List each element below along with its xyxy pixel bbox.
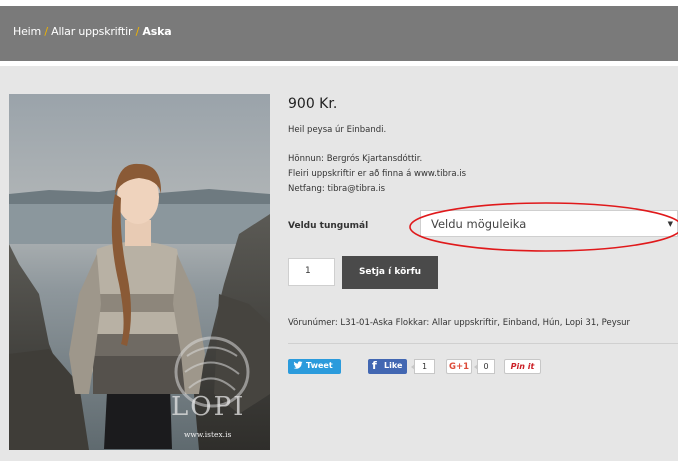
email-text: Netfang: tibra@tibra.is [288, 184, 386, 194]
tweet-button[interactable]: Tweet [288, 359, 341, 374]
language-label: Veldu tungumál [288, 221, 369, 231]
product-price: 900 Kr. [288, 96, 338, 112]
highlight-ellipse [409, 202, 678, 252]
count-pointer [411, 364, 415, 370]
image-lopi-logo: LOPI [171, 392, 246, 422]
breadcrumb: Heim / Allar uppskriftir / Aska [13, 25, 172, 38]
divider [288, 343, 678, 344]
breadcrumb-separator: / [44, 25, 48, 38]
google-plus-button[interactable]: G+1 [446, 359, 472, 374]
breadcrumb-category-link[interactable]: Allar uppskriftir [51, 25, 132, 38]
product-image[interactable]: LOPI www.istex.is [9, 94, 270, 450]
breadcrumb-home-link[interactable]: Heim [13, 25, 41, 38]
quantity-input[interactable]: 1 [288, 258, 335, 286]
gplus-count-value: 0 [483, 362, 489, 371]
twitter-bird-icon [293, 360, 303, 372]
like-count: 1 [411, 359, 435, 374]
product-info: Hönnun: Bergrós Kjartansdóttir. Fleiri u… [288, 152, 466, 197]
like-label: Like [384, 361, 403, 370]
breadcrumb-separator: / [135, 25, 140, 38]
facebook-like-button[interactable]: f Like [368, 359, 407, 374]
breadcrumb-bar: Heim / Allar uppskriftir / Aska [0, 6, 678, 61]
gplus-count: 0 [474, 359, 495, 374]
breadcrumb-current: Aska [142, 25, 172, 38]
designer-text: Hönnun: Bergrós Kjartansdóttir. [288, 154, 423, 164]
product-meta: Vörunúmer: L31-01-Aska Flokkar: Allar up… [288, 318, 631, 328]
product-description: Heil peysa úr Einbandi. [288, 125, 387, 135]
count-pointer [474, 364, 478, 370]
pin-it-button[interactable]: Pin it [504, 359, 541, 374]
more-recipes-text: Fleiri uppskriftir er að finna á www.tib… [288, 169, 467, 179]
add-to-cart-button[interactable]: Setja í körfu [342, 256, 438, 289]
like-count-value: 1 [421, 362, 428, 371]
facebook-icon: f [372, 359, 377, 372]
image-url-text: www.istex.is [184, 430, 232, 439]
tweet-label: Tweet [306, 361, 333, 370]
